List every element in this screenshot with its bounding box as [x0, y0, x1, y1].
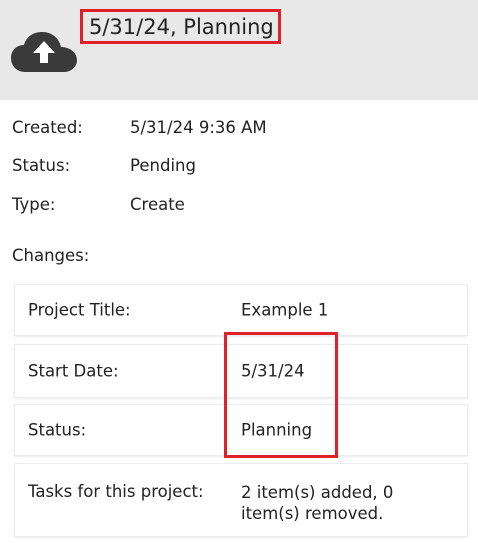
status-label: Status: [12, 156, 71, 175]
change-label: Project Title: [28, 300, 131, 320]
created-label: Created: [12, 118, 83, 137]
change-card-project-title: Project Title: Example 1 [15, 285, 467, 335]
type-value: Create [130, 195, 185, 214]
change-label: Status: [28, 420, 87, 440]
change-value: 2 item(s) added, 0 item(s) removed. [241, 483, 394, 523]
page-title: 5/31/24, Planning [80, 9, 281, 44]
change-value: Example 1 [241, 300, 329, 320]
change-label: Tasks for this project: [28, 482, 204, 501]
header: 5/31/24, Planning [0, 0, 478, 100]
change-card-status: Status: Planning [15, 405, 467, 455]
changes-label: Changes: [12, 246, 90, 265]
cloud-upload-icon [11, 32, 77, 72]
change-card-tasks: Tasks for this project: 2 item(s) added,… [15, 464, 467, 536]
change-value: Planning [241, 420, 313, 440]
change-label: Start Date: [28, 361, 119, 381]
status-value: Pending [130, 156, 196, 175]
change-value: 5/31/24 [241, 361, 305, 381]
type-label: Type: [12, 195, 56, 214]
created-value: 5/31/24 9:36 AM [130, 118, 267, 137]
change-card-start-date: Start Date: 5/31/24 [15, 345, 467, 397]
